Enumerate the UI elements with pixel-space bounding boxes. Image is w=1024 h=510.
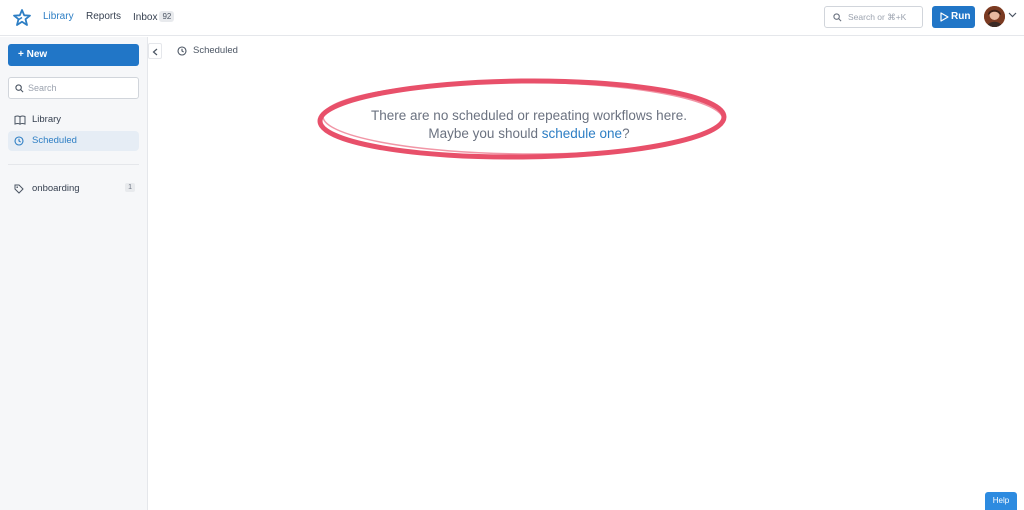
- tag-label: onboarding: [32, 183, 80, 194]
- sidebar-divider: [8, 164, 139, 165]
- sidebar-search-input[interactable]: Search: [8, 77, 139, 99]
- nav-reports[interactable]: Reports: [86, 11, 121, 22]
- new-button[interactable]: + New: [8, 44, 139, 66]
- book-icon: [14, 115, 26, 125]
- global-search-input[interactable]: Search or ⌘+K: [824, 6, 923, 28]
- run-button[interactable]: Run: [932, 6, 975, 28]
- top-bar: Library Reports Inbox 92 Search or ⌘+K Ru…: [0, 0, 1024, 36]
- play-icon: [940, 12, 949, 22]
- global-search-placeholder: Search or ⌘+K: [848, 12, 907, 22]
- sidebar-tag-onboarding[interactable]: onboarding 1: [8, 179, 139, 199]
- empty-state-prefix: Maybe you should: [428, 126, 542, 141]
- nav-library[interactable]: Library: [43, 11, 74, 22]
- schedule-one-link[interactable]: schedule one: [542, 126, 622, 141]
- empty-state-line1: There are no scheduled or repeating work…: [371, 108, 687, 123]
- empty-state-message: There are no scheduled or repeating work…: [328, 107, 730, 143]
- collapse-sidebar-button[interactable]: [148, 43, 162, 59]
- empty-state-suffix: ?: [622, 126, 630, 141]
- sidebar: + New Search Library Scheduled onboardin…: [0, 37, 148, 510]
- run-button-label: Run: [951, 11, 971, 22]
- empty-state-line2: Maybe you should schedule one?: [328, 125, 730, 143]
- breadcrumb-label: Scheduled: [193, 45, 238, 56]
- sidebar-item-label: Scheduled: [32, 135, 77, 146]
- sidebar-item-label: Library: [32, 114, 62, 125]
- logo-icon[interactable]: [12, 8, 32, 28]
- clock-icon: [177, 46, 187, 56]
- inbox-count-badge: 92: [159, 11, 175, 22]
- tag-count-badge: 1: [125, 183, 135, 192]
- tag-icon: [14, 184, 24, 194]
- chevron-down-icon[interactable]: [1008, 12, 1017, 18]
- nav-inbox[interactable]: Inbox 92: [133, 11, 175, 23]
- search-icon: [15, 84, 24, 93]
- sidebar-item-library[interactable]: Library: [8, 110, 139, 130]
- help-button[interactable]: Help: [985, 492, 1017, 510]
- nav-inbox-label: Inbox: [133, 12, 158, 23]
- sidebar-item-scheduled[interactable]: Scheduled: [8, 131, 139, 151]
- avatar[interactable]: [984, 6, 1005, 27]
- chevron-left-icon: [152, 48, 158, 56]
- sidebar-search-placeholder: Search: [28, 83, 57, 93]
- avatar-image: [984, 6, 1005, 27]
- search-icon: [833, 13, 842, 22]
- clock-icon: [14, 136, 24, 146]
- new-button-label: + New: [18, 49, 48, 60]
